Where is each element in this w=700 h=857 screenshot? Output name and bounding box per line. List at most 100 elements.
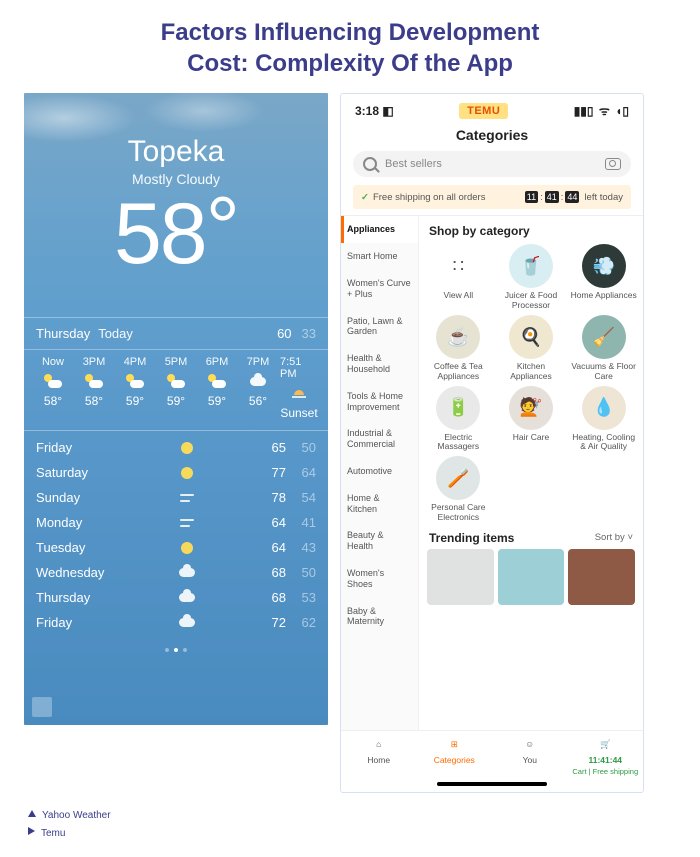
day-row[interactable]: Friday6550 xyxy=(36,435,316,460)
wifi-icon: ᯤ xyxy=(596,102,614,119)
category-image: 🧹 xyxy=(582,315,626,359)
category-label: View All xyxy=(444,291,474,301)
daily-forecast[interactable]: Friday6550Saturday7764Sunday7854Monday64… xyxy=(24,431,328,639)
sidebar-item[interactable]: Women's Shoes xyxy=(341,560,418,598)
status-bar: 3:18 ◧ TEMU ▮▮▯ ᯤ ◖▯ xyxy=(341,94,643,121)
nav-categories[interactable]: ⊞ Categories xyxy=(417,735,493,776)
page-title: Factors Influencing Development Cost: Co… xyxy=(0,0,700,93)
legend-b: Temu xyxy=(41,828,65,839)
hour-item[interactable]: 4PM59° xyxy=(116,356,154,420)
free-shipping-banner[interactable]: ✓ Free shipping on all orders 11: 41: 44… xyxy=(353,185,631,209)
pcloud-icon xyxy=(126,374,144,388)
cloud-icon xyxy=(179,593,195,602)
sort-by-button[interactable]: Sort by ˅ xyxy=(595,532,633,543)
hourly-forecast[interactable]: Now58°3PM58°4PM59°5PM59°6PM59°7PM56°7:51… xyxy=(24,350,328,430)
sidebar-item[interactable]: Tools & Home Improvement xyxy=(341,383,418,421)
nav-home[interactable]: ⌂ Home xyxy=(341,735,417,776)
sidebar-item[interactable]: Automotive xyxy=(341,458,418,485)
day-row[interactable]: Saturday7764 xyxy=(36,460,316,485)
temu-app-screenshot: 3:18 ◧ TEMU ▮▮▯ ᯤ ◖▯ Categories Best sel… xyxy=(340,93,644,793)
category-sidebar[interactable]: AppliancesSmart HomeWomen's Curve + Plus… xyxy=(341,216,419,730)
today-row: Thursday Today 60 33 xyxy=(24,318,328,349)
trending-item[interactable] xyxy=(427,549,494,605)
category-image: 💨 xyxy=(582,244,626,288)
category-tile[interactable]: 💇Hair Care xyxy=(496,386,567,453)
hour-item[interactable]: 3PM58° xyxy=(75,356,113,420)
day-row[interactable]: Wednesday6850 xyxy=(36,560,316,585)
shop-by-category-title: Shop by category xyxy=(423,222,639,244)
status-icons: ▮▮▯ ᯤ ◖▯ xyxy=(574,102,629,119)
search-placeholder: Best sellers xyxy=(385,158,597,170)
nav-you[interactable]: ☺ You xyxy=(492,735,568,776)
pcloud-icon xyxy=(44,374,62,388)
category-image: 💇 xyxy=(509,386,553,430)
category-tile[interactable]: 🥤Juicer & Food Processor xyxy=(496,244,567,311)
category-label: Coffee & Tea Appliances xyxy=(423,362,494,382)
sidebar-item[interactable]: Health & Household xyxy=(341,345,418,383)
search-bar[interactable]: Best sellers xyxy=(353,151,631,177)
category-tile[interactable]: 🧹Vacuums & Floor Care xyxy=(568,315,639,382)
sun-icon xyxy=(181,442,193,454)
hour-item[interactable]: 5PM59° xyxy=(157,356,195,420)
day-row[interactable]: Tuesday6443 xyxy=(36,535,316,560)
category-tile[interactable]: ∷ View All xyxy=(423,244,494,311)
day-row[interactable]: Thursday6853 xyxy=(36,585,316,610)
battery-icon: ◖▯ xyxy=(615,104,629,118)
category-tile[interactable]: 💨 Home Appliances xyxy=(568,244,639,311)
status-time: 3:18 ◧ xyxy=(355,104,394,118)
category-label: Heating, Cooling & Air Quality xyxy=(568,433,639,453)
trending-item[interactable] xyxy=(568,549,635,605)
sidebar-item[interactable]: Appliances xyxy=(341,216,418,243)
home-indicator[interactable] xyxy=(437,782,547,786)
trending-items[interactable] xyxy=(423,549,639,605)
day-row[interactable]: Sunday7854 xyxy=(36,485,316,510)
category-label: Electric Massagers xyxy=(423,433,494,453)
cloud-icon xyxy=(179,568,195,577)
hour-item[interactable]: 7:51 PMSunset xyxy=(280,356,318,420)
category-image: 🔋 xyxy=(436,386,480,430)
category-image: 🍳 xyxy=(509,315,553,359)
signal-icon: ▮▮▯ xyxy=(574,104,594,118)
page-dots[interactable] xyxy=(24,641,328,659)
triangle-up-icon xyxy=(28,810,36,817)
sidebar-item[interactable]: Patio, Lawn & Garden xyxy=(341,308,418,346)
category-tile[interactable]: 🔋 Electric Massagers xyxy=(423,386,494,453)
category-image: ∷ xyxy=(436,244,480,288)
category-tile[interactable]: ☕Coffee & Tea Appliances xyxy=(423,315,494,382)
weather-provider-icon[interactable] xyxy=(32,697,52,717)
pcloud-icon xyxy=(167,374,185,388)
cart-icon: 🛒 xyxy=(596,735,614,753)
hour-item[interactable]: 7PM56° xyxy=(239,356,277,420)
category-tile[interactable]: 🍳Kitchen Appliances xyxy=(496,315,567,382)
bottom-nav: ⌂ Home ⊞ Categories ☺ You 🛒 11:41:44 Car… xyxy=(341,730,643,778)
day-row[interactable]: Monday6441 xyxy=(36,510,316,535)
sidebar-item[interactable]: Home & Kitchen xyxy=(341,485,418,523)
sidebar-item[interactable]: Women's Curve + Plus xyxy=(341,270,418,308)
sidebar-item[interactable]: Beauty & Health xyxy=(341,522,418,560)
today-high: 60 xyxy=(277,326,291,341)
nav-cart[interactable]: 🛒 11:41:44 Cart | Free shipping xyxy=(568,735,644,776)
search-icon xyxy=(363,157,377,171)
hour-item[interactable]: Now58° xyxy=(34,356,72,420)
title-line-1: Factors Influencing Development xyxy=(161,19,540,46)
cloud-icon xyxy=(179,618,195,627)
trending-item[interactable] xyxy=(498,549,565,605)
category-tile[interactable]: 🪥Personal Care Electronics xyxy=(423,456,494,523)
category-label: Home Appliances xyxy=(571,291,637,301)
sun-icon xyxy=(181,542,193,554)
camera-icon[interactable] xyxy=(605,158,621,170)
day-row[interactable]: Friday7262 xyxy=(36,610,316,635)
category-tile[interactable]: 💧 Heating, Cooling & Air Quality xyxy=(568,386,639,453)
legend: Yahoo Weather Temu xyxy=(0,793,700,857)
hour-item[interactable]: 6PM59° xyxy=(198,356,236,420)
sidebar-item[interactable]: Industrial & Commercial xyxy=(341,420,418,458)
today-label: Today xyxy=(98,326,133,341)
categories-header: Categories xyxy=(341,121,643,151)
title-line-2: Cost: Complexity Of the App xyxy=(187,50,513,77)
sun-icon xyxy=(181,467,193,479)
category-image: 💧 xyxy=(582,386,626,430)
categories-icon: ⊞ xyxy=(445,735,463,753)
sidebar-item[interactable]: Baby & Maternity xyxy=(341,598,418,636)
trending-title: Trending items xyxy=(429,531,514,545)
sidebar-item[interactable]: Smart Home xyxy=(341,243,418,270)
